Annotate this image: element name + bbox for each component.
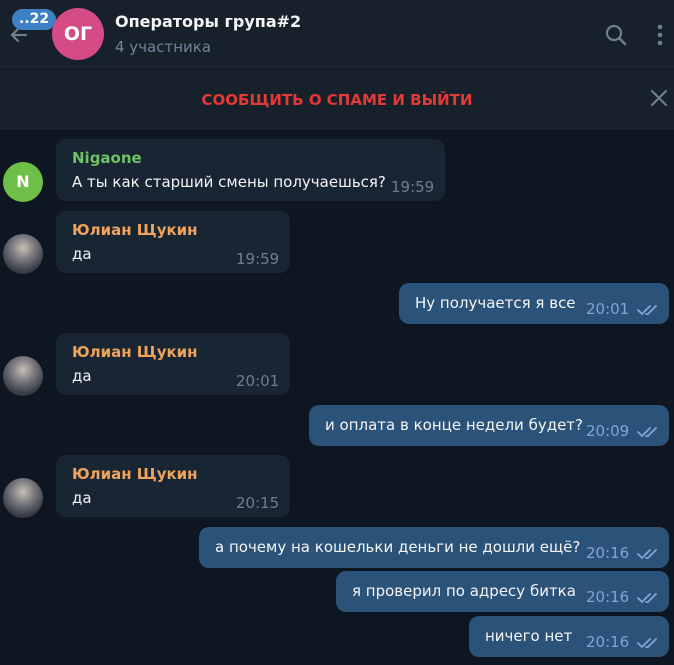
message-text: да bbox=[72, 245, 92, 263]
message-bubble[interactable]: и оплата в конце недели будет? 20:09 bbox=[309, 405, 669, 446]
chat-members-count[interactable]: 4 участника bbox=[115, 38, 211, 56]
avatar[interactable]: N bbox=[3, 162, 43, 202]
message-row: я проверил по адресу битка 20:16 bbox=[0, 571, 674, 612]
report-spam-button[interactable]: СООБЩИТЬ О СПАМЕ И ВЫЙТИ bbox=[0, 91, 674, 109]
search-button[interactable] bbox=[603, 22, 629, 48]
search-icon bbox=[605, 24, 627, 46]
message-bubble[interactable]: я проверил по адресу битка 20:16 bbox=[336, 571, 669, 612]
message-time: 20:09 bbox=[586, 422, 630, 440]
close-icon bbox=[650, 89, 668, 107]
sender-name[interactable]: Юлиан Щукин bbox=[72, 221, 198, 239]
message-row: N Nigaone А ты как старший смены получае… bbox=[0, 139, 674, 202]
message-bubble[interactable]: Nigaone А ты как старший смены получаешь… bbox=[56, 139, 445, 201]
message-bubble[interactable]: Юлиан Щукин да 20:01 bbox=[56, 333, 290, 395]
avatar[interactable] bbox=[3, 478, 43, 518]
avatar[interactable] bbox=[3, 356, 43, 396]
report-spam-bar: СООБЩИТЬ О СПАМЕ И ВЫЙТИ bbox=[0, 69, 674, 130]
message-row: Юлиан Щукин да 20:15 bbox=[0, 455, 674, 518]
avatar[interactable] bbox=[3, 234, 43, 274]
message-bubble[interactable]: Юлиан Щукин да 20:15 bbox=[56, 455, 290, 517]
chat-header: ..22 ОГ Операторы група#2 4 участника bbox=[0, 0, 674, 69]
message-time: 19:59 bbox=[236, 250, 280, 268]
more-vertical-icon bbox=[657, 24, 663, 46]
close-spam-bar-button[interactable] bbox=[648, 87, 670, 109]
double-check-icon bbox=[637, 549, 657, 559]
message-time: 20:16 bbox=[586, 588, 630, 606]
message-bubble[interactable]: Юлиан Щукин да 19:59 bbox=[56, 211, 290, 273]
message-text: а почему на кошельки деньги не дошли ещё… bbox=[215, 538, 581, 556]
sender-name[interactable]: Юлиан Щукин bbox=[72, 465, 198, 483]
message-bubble[interactable]: Ну получается я все 20:01 bbox=[399, 283, 669, 324]
message-time: 20:16 bbox=[586, 633, 630, 651]
telegram-chat-window: ..22 ОГ Операторы група#2 4 участника СО… bbox=[0, 0, 674, 665]
message-row: и оплата в конце недели будет? 20:09 bbox=[0, 405, 674, 446]
double-check-icon bbox=[637, 593, 657, 603]
double-check-icon bbox=[637, 427, 657, 437]
chat-avatar[interactable]: ОГ bbox=[52, 8, 104, 60]
double-check-icon bbox=[637, 638, 657, 648]
unread-count-badge: ..22 bbox=[12, 9, 57, 30]
message-text: ничего нет bbox=[485, 627, 573, 645]
message-text: да bbox=[72, 367, 92, 385]
sender-name[interactable]: Nigaone bbox=[72, 149, 142, 167]
message-time: 20:15 bbox=[236, 494, 280, 512]
chat-title[interactable]: Операторы група#2 bbox=[115, 12, 301, 31]
sender-name[interactable]: Юлиан Щукин bbox=[72, 343, 198, 361]
message-time: 20:01 bbox=[236, 372, 280, 390]
double-check-icon bbox=[637, 305, 657, 315]
message-time: 20:01 bbox=[586, 300, 630, 318]
message-text: А ты как старший смены получаешься? bbox=[72, 173, 386, 191]
message-time: 19:59 bbox=[391, 178, 435, 196]
message-text: Ну получается я все bbox=[415, 294, 576, 312]
message-row: Юлиан Щукин да 19:59 bbox=[0, 211, 674, 274]
message-row: ничего нет 20:16 bbox=[0, 616, 674, 657]
message-row: Юлиан Щукин да 20:01 bbox=[0, 333, 674, 396]
message-bubble[interactable]: а почему на кошельки деньги не дошли ещё… bbox=[199, 527, 669, 568]
message-row: а почему на кошельки деньги не дошли ещё… bbox=[0, 527, 674, 568]
message-row: Ну получается я все 20:01 bbox=[0, 283, 674, 324]
more-options-button[interactable] bbox=[647, 22, 673, 48]
message-text: я проверил по адресу битка bbox=[352, 582, 576, 600]
message-bubble[interactable]: ничего нет 20:16 bbox=[469, 616, 669, 657]
message-text: да bbox=[72, 489, 92, 507]
message-time: 20:16 bbox=[586, 544, 630, 562]
message-text: и оплата в конце недели будет? bbox=[325, 416, 584, 434]
